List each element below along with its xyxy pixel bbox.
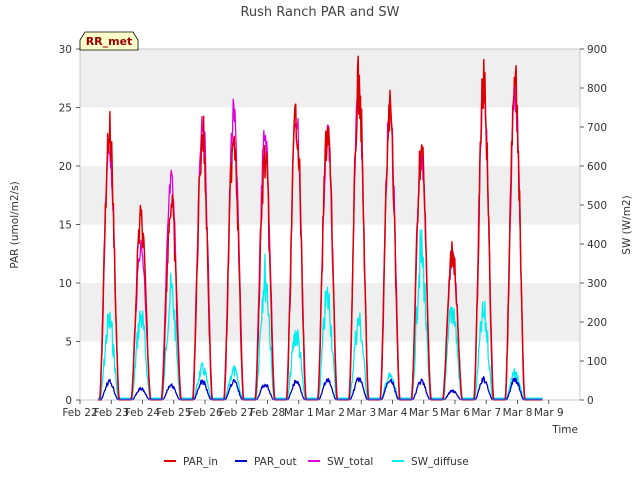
left-tick-label: 15 [59, 220, 72, 232]
plot-background [80, 49, 580, 400]
left-tick-label: 25 [59, 103, 72, 115]
right-axis: 0 100 200 300 400 500 600 700 800 900 [580, 44, 607, 407]
x-tick-label: Mar 6 [440, 407, 470, 419]
legend: PAR_in PAR_out SW_total SW_diffuse [164, 456, 469, 468]
left-tick-label: 30 [59, 44, 72, 56]
x-tick-label: Mar 1 [284, 407, 314, 419]
right-tick-label: 800 [587, 83, 607, 95]
right-tick-label: 700 [587, 122, 607, 134]
right-tick-label: 300 [587, 278, 607, 290]
x-tick-label: Mar 5 [409, 407, 439, 419]
x-tick-label: Mar 2 [315, 407, 345, 419]
left-tick-label: 0 [65, 395, 72, 407]
left-tick-label: 20 [59, 161, 72, 173]
right-tick-label: 0 [587, 395, 594, 407]
x-tick-label: Mar 4 [378, 407, 408, 419]
x-axis: Feb 22Feb 23Feb 24Feb 25Feb 26Feb 27Feb … [62, 400, 564, 419]
x-tick-label: Feb 23 [94, 407, 129, 419]
x-tick-label: Mar 7 [471, 407, 501, 419]
legend-label-par-in: PAR_in [183, 456, 218, 468]
x-axis-label: Time [551, 424, 578, 436]
x-tick-label: Feb 22 [62, 407, 97, 419]
right-tick-label: 400 [587, 239, 607, 251]
y-axis-left-label: PAR (umol/m2/s) [9, 181, 21, 268]
y-axis-right-label: SW (W/m2) [621, 195, 633, 254]
x-tick-label: Feb 27 [219, 407, 254, 419]
right-tick-label: 200 [587, 317, 607, 329]
legend-label-par-out: PAR_out [254, 456, 297, 468]
x-tick-label: Mar 8 [503, 407, 533, 419]
right-tick-label: 600 [587, 161, 607, 173]
x-tick-label: Feb 28 [250, 407, 285, 419]
left-axis: 0 5 10 15 20 25 30 [59, 44, 80, 407]
x-tick-label: Mar 3 [346, 407, 376, 419]
legend-label-sw-diffuse: SW_diffuse [411, 456, 469, 468]
right-tick-label: 900 [587, 44, 607, 56]
left-tick-label: 5 [65, 337, 72, 349]
left-tick-label: 10 [59, 278, 72, 290]
x-tick-label: Mar 9 [534, 407, 564, 419]
right-tick-label: 100 [587, 356, 607, 368]
chart: 0 5 10 15 20 25 30 0 100 200 300 400 500 600 700 800 90… [9, 5, 633, 468]
grid-band [80, 49, 580, 108]
right-tick-label: 500 [587, 200, 607, 212]
legend-label-sw-total: SW_total [327, 456, 373, 468]
rr-met-badge: RR_met [79, 31, 139, 51]
chart-title: Rush Ranch PAR and SW [240, 5, 399, 20]
x-tick-label: Feb 25 [156, 407, 191, 419]
badge-label: RR_met [86, 35, 133, 48]
